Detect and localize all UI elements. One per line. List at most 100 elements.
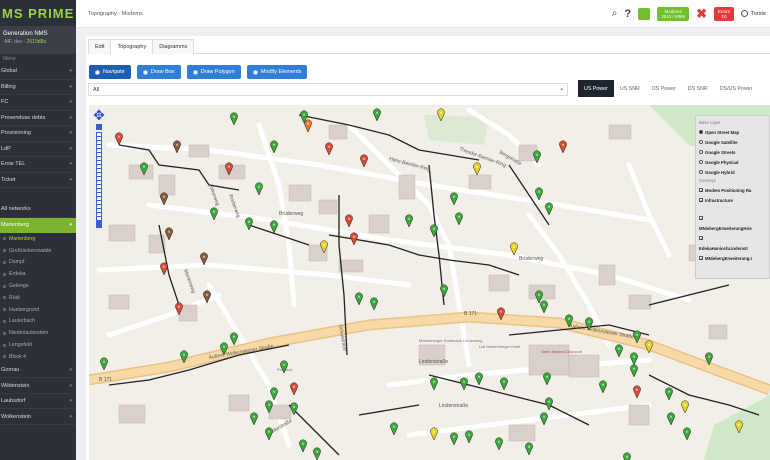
sidebar-item-label: LdP (1, 145, 11, 152)
sidebar-subitem[interactable]: Niederlauterstein (0, 327, 76, 339)
tab-us-power[interactable]: US Power (578, 80, 614, 97)
brand-logo[interactable]: MS PRIME (0, 0, 76, 26)
sidebar-subitem[interactable]: Lengefeld (0, 339, 76, 351)
draw-box-button[interactable]: Draw Box (136, 65, 181, 79)
sidebar-subitem[interactable]: Gelenge (0, 280, 76, 292)
circle-icon (3, 260, 6, 264)
sidebar-item-tel[interactable]: Ernie TEL ▾ (0, 157, 76, 173)
poi-label: Netto Marken-Discount (541, 349, 583, 354)
chevron-down-icon: ▾ (69, 68, 72, 75)
thumbs-up-icon[interactable] (638, 7, 651, 20)
sidebar-item-ldp[interactable]: LdP ▾ (0, 142, 76, 157)
road-label: Brüderweg (519, 256, 543, 262)
sidebar-item-wildenstein[interactable]: Wildenstein ▾ (0, 378, 76, 394)
map-canvas[interactable]: B 171 B 171 Äußere Wolkensteiner Straße … (89, 105, 770, 460)
radio-icon (142, 69, 148, 75)
tab-diagramms[interactable]: Diagramms (152, 39, 195, 54)
circle-icon (3, 284, 6, 288)
tab-edit[interactable]: Edit (88, 39, 112, 54)
sidebar-item-label: Global (1, 68, 17, 75)
base-layer-option[interactable]: Google Physical (699, 157, 766, 167)
sidebar-item-wolkenstein[interactable]: Wolkenstein ▾ (0, 409, 76, 425)
base-layer-option[interactable]: Open Street Map (699, 127, 766, 137)
help-icon[interactable]: ? (624, 8, 631, 20)
sidebar-subitem[interactable]: Rüdi (0, 292, 76, 304)
sidebar-item-fc[interactable]: FC ▾ (0, 95, 76, 111)
sidebar-subitem-label: Lauterbach (9, 318, 35, 325)
app-root: MS PRIME Generation NMS -MF, dev - 2519d… (0, 0, 770, 460)
circle-icon (3, 319, 6, 323)
sidebar-item-label: Billing (1, 83, 16, 90)
system-subtitle: -MF, dev - 2519d8a (3, 38, 73, 46)
errors-badge[interactable]: Errors 10 (714, 6, 735, 21)
modify-elements-button[interactable]: Modify Elements (246, 65, 308, 79)
modems-badge[interactable]: Modems 3513 / 6865 (657, 6, 690, 21)
user-menu[interactable]: Torste (741, 10, 766, 17)
sidebar-item-ticket[interactable]: Ticket ▾ (0, 173, 76, 188)
sidebar-item-debts[interactable]: Provenduse debts ▾ (0, 111, 76, 126)
overlay-option[interactable]: ✓ (699, 233, 766, 243)
main-panel: Edit Topography Diagramms Navigate Draw … (86, 36, 770, 460)
map-svg[interactable]: B 171 B 171 Äußere Wolkensteiner Straße … (89, 105, 770, 460)
sidebar-subitem[interactable]: Block 4 (0, 351, 76, 363)
overlay-option[interactable]: ✓ MNiebergErweiterung.I (699, 253, 766, 263)
map-pin-icon[interactable] (623, 452, 631, 460)
filter-select[interactable]: All ▾ (88, 83, 568, 96)
sidebar-item-label: Provenduse debts (1, 114, 46, 121)
sidebar-subitem[interactable]: Erdeka (0, 268, 76, 280)
sidebar-subitem[interactable]: Großrückerswalde (0, 245, 76, 257)
sidebar-subitem[interactable]: Lauterbach (0, 316, 76, 328)
overlay-heading: Overlays (699, 178, 716, 183)
zoom-out-button[interactable] (96, 222, 102, 228)
tab-ds-snr[interactable]: DS SNR (682, 80, 714, 97)
tab-us-snr[interactable]: US SNR (614, 80, 646, 97)
draw-polygon-button[interactable]: Draw Polygon (186, 65, 241, 79)
navigate-button[interactable]: Navigate (89, 65, 131, 79)
sidebar-item-marienberg[interactable]: Marienberg ▾ (0, 217, 76, 233)
tab-ds-us-power[interactable]: DS/US Power (714, 80, 759, 97)
search-icon[interactable]: ⌕ (612, 8, 618, 19)
overlay-option[interactable]: ✓ Infrastructure (699, 195, 766, 205)
tab-topography[interactable]: Topography (110, 39, 154, 54)
checkbox-icon: ✓ (699, 188, 704, 193)
modems-badge-count: 3513 / 6865 (661, 13, 685, 19)
radio-icon (252, 69, 258, 75)
zoom-in-button[interactable] (96, 124, 102, 130)
topbar-actions: ⌕ ? Modems 3513 / 6865 ✖ Errors 10 Torste (612, 6, 770, 22)
pan-compass-icon[interactable]: ✥ (92, 108, 106, 124)
sidebar-subitem[interactable]: Huebergrund (0, 304, 76, 316)
data-tabs: US Power US SNR DS Power DS SNR DS/US Po… (578, 80, 758, 97)
layer-label: Infrastructure (705, 197, 733, 203)
sidebar-item-all-networks[interactable]: All networks (0, 202, 76, 218)
road-label: Lindenstraße (419, 359, 448, 365)
layer-label: MNiebergErweiterung.I (705, 255, 752, 261)
tab-ds-power[interactable]: DS Power (646, 80, 682, 97)
avatar (741, 10, 749, 17)
sidebar-item-laubsdorf[interactable]: Laubsdorf ▾ (0, 394, 76, 410)
sidebar-item-provisioning[interactable]: Provisioning ▾ (0, 126, 76, 142)
mode-label: Draw Box (150, 69, 175, 75)
chevron-down-icon: ▾ (69, 176, 72, 183)
zoom-slider[interactable] (96, 132, 102, 222)
zoom-control[interactable]: ✥ (92, 108, 106, 228)
sidebar-item-global[interactable]: Global ▾ (0, 64, 76, 80)
circle-icon (3, 249, 6, 253)
sidebar-item-billing[interactable]: Billing ▾ (0, 80, 76, 95)
base-layer-option[interactable]: Google Satellite (699, 137, 766, 147)
sidebar-subitem[interactable]: Marienberg (0, 233, 76, 245)
filter-value: All (93, 87, 100, 93)
base-layer-option[interactable]: Google Streets (699, 147, 766, 157)
chevron-down-icon: ▾ (69, 413, 72, 420)
sidebar-subitem[interactable]: Dampf (0, 257, 76, 269)
view-tabs: Edit Topography Diagramms (88, 39, 770, 54)
system-sub-prefix: -MF, dev - (3, 39, 27, 45)
close-icon[interactable]: ✖ (696, 6, 707, 22)
base-layer-option[interactable]: Google Hybrid (699, 167, 766, 177)
chevron-down-icon: ▾ (69, 83, 72, 90)
layer-label: Google Streets (705, 149, 736, 155)
overlay-option[interactable]: ✓ (699, 213, 766, 223)
layer-label: EdekaHaniochLindenstr (699, 245, 749, 251)
road-label: B 171 (99, 377, 112, 383)
sidebar-item-gornau[interactable]: Gornau ▾ (0, 363, 76, 379)
overlay-option[interactable]: ✓ Modem Positioning Ra (699, 185, 766, 195)
